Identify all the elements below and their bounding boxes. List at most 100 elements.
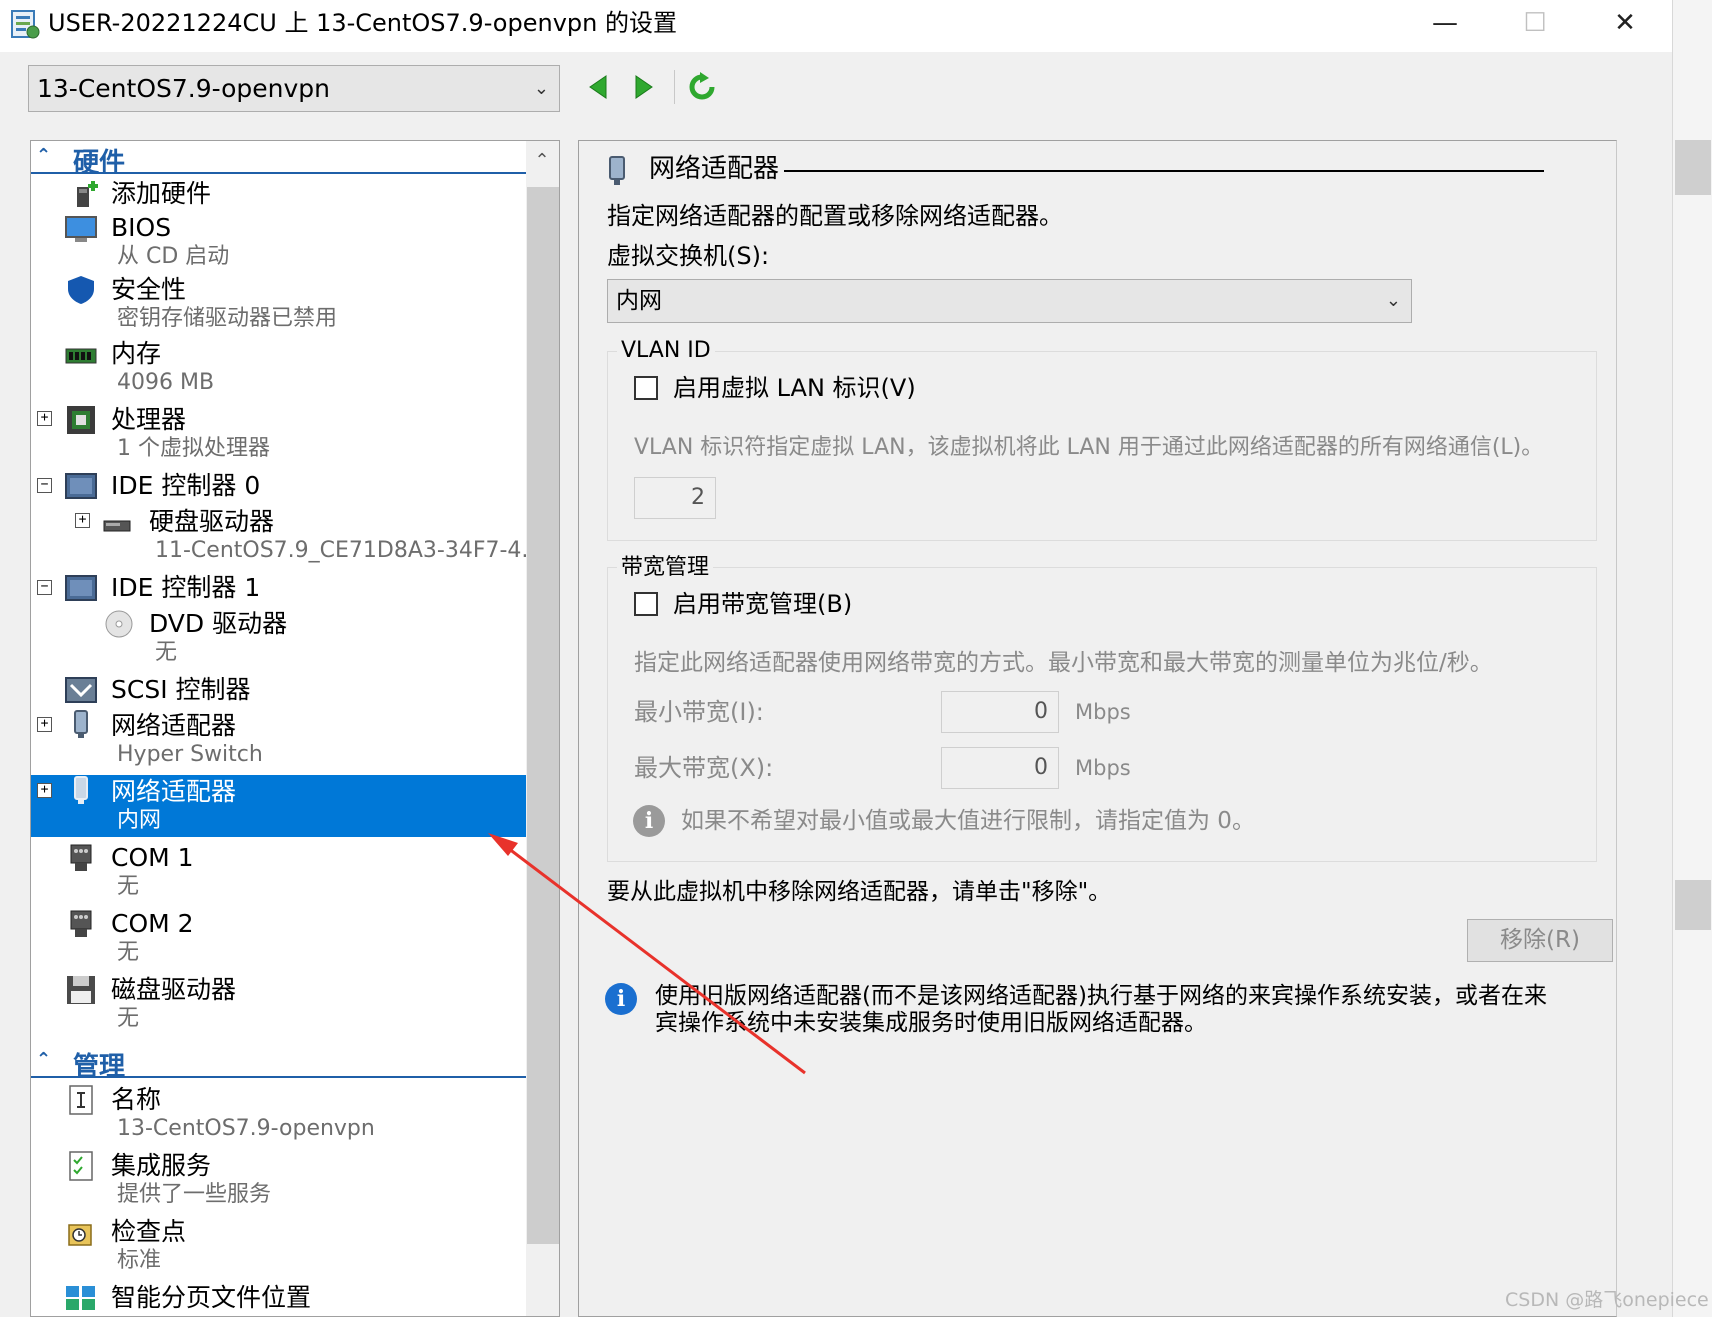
checkpoint-icon (68, 1224, 92, 1246)
bandwidth-enable-checkbox[interactable] (634, 592, 658, 616)
scsi-controller-icon (65, 677, 97, 703)
tree-scrollbar-thumb[interactable] (527, 187, 559, 1244)
min-bandwidth-unit: Mbps (1075, 700, 1131, 724)
tree-item-name[interactable]: 名称 13-CentOS7.9-openvpn (31, 1083, 527, 1145)
management-section-header[interactable]: ⌃ 管理 (31, 1045, 527, 1082)
tree-item-hard-drive[interactable]: + 硬盘驱动器 11-CentOS7.9_CE71D8A3-34F7-4... (31, 505, 542, 567)
dvd-icon (105, 610, 133, 638)
ide-controller-icon (65, 473, 97, 499)
minimize-button[interactable]: — (1400, 0, 1490, 46)
collapse-chevron-icon[interactable]: ⌃ (36, 1049, 51, 1070)
tree-item-label: 智能分页文件位置 (111, 1283, 312, 1312)
tree-item-label: SCSI 控制器 (111, 675, 251, 704)
tree-item-label: 磁盘驱动器 (111, 975, 237, 1004)
cpu-icon (67, 406, 95, 434)
virtual-switch-dropdown[interactable]: 内网 ⌄ (607, 279, 1412, 323)
tree-item-integration-services[interactable]: 集成服务 提供了一些服务 (31, 1149, 527, 1211)
network-adapter-icon (609, 156, 625, 185)
tree-item-ide-controller-0[interactable]: − IDE 控制器 0 (31, 469, 527, 503)
close-button[interactable]: ✕ (1580, 0, 1670, 46)
scroll-up-arrow-icon[interactable]: ⌃ (526, 141, 558, 181)
tree-item-detail: Hyper Switch (117, 742, 263, 767)
background-scrollbar-thumb-2 (1675, 880, 1711, 930)
tree-item-memory[interactable]: 内存 4096 MB (31, 337, 527, 399)
integration-services-icon (69, 1151, 93, 1181)
tree-item-network-adapter-1[interactable]: + 网络适配器 Hyper Switch (31, 709, 527, 771)
tree-item-processor[interactable]: + 处理器 1 个虚拟处理器 (31, 403, 527, 465)
network-adapter-icon (74, 776, 88, 804)
tree-item-bios[interactable]: BIOS 从 CD 启动 (31, 213, 527, 273)
smart-paging-icon (66, 1286, 95, 1310)
vlan-id-input[interactable]: 2 (634, 477, 716, 519)
legacy-adapter-note-line1: 使用旧版网络适配器(而不是该网络适配器)执行基于网络的来宾操作系统安装，或者在来 (655, 983, 1547, 1009)
com-port-icon (70, 910, 92, 937)
background-scrollbar-thumb (1675, 140, 1711, 195)
tree-item-label: COM 2 (111, 909, 194, 938)
info-icon: i (605, 983, 637, 1015)
toolbar-separator (674, 70, 675, 104)
tree-item-label: COM 1 (111, 843, 194, 872)
network-adapter-detail-panel: 网络适配器 指定网络适配器的配置或移除网络适配器。 虚拟交换机(S): 内网 ⌄… (578, 140, 1617, 1317)
previous-arrow-icon[interactable] (584, 72, 614, 102)
tree-item-security[interactable]: 安全性 密钥存储驱动器已禁用 (31, 273, 527, 335)
tree-item-network-adapter-2-selected[interactable]: + 网络适配器 内网 (31, 775, 527, 837)
tree-item-ide-controller-1[interactable]: − IDE 控制器 1 (31, 571, 527, 605)
info-icon: i (633, 805, 665, 837)
remove-button[interactable]: 移除(R) (1467, 919, 1613, 962)
hardware-section-header[interactable]: ⌃ 硬件 (31, 141, 527, 178)
memory-icon (65, 348, 97, 364)
bandwidth-help-text: 指定此网络适配器使用网络带宽的方式。最小带宽和最大带宽的测量单位为兆位/秒。 (634, 650, 1493, 676)
collapse-chevron-icon[interactable]: ⌃ (36, 145, 51, 166)
tree-item-label: 安全性 (111, 275, 187, 304)
tree-item-label: 名称 (111, 1085, 162, 1114)
vm-selector-dropdown[interactable]: 13-CentOS7.9-openvpn ⌄ (28, 65, 560, 112)
expand-plus-icon[interactable]: + (37, 717, 52, 732)
expand-plus-icon[interactable]: + (37, 411, 52, 426)
virtual-switch-label: 虚拟交换机(S): (607, 242, 770, 270)
expand-plus-icon[interactable]: + (37, 783, 52, 798)
bios-monitor-icon (65, 216, 97, 242)
tree-item-scsi-controller[interactable]: SCSI 控制器 (31, 673, 527, 707)
tree-item-label: IDE 控制器 0 (111, 471, 261, 500)
vlan-help-text: VLAN 标识符指定虚拟 LAN，该虚拟机将此 LAN 用于通过此网络适配器的所… (634, 435, 1544, 460)
max-bandwidth-input[interactable]: 0 (941, 747, 1059, 789)
min-bandwidth-input[interactable]: 0 (941, 691, 1059, 733)
tree-item-detail: 标准 (117, 1248, 162, 1273)
maximize-button[interactable]: ☐ (1490, 0, 1580, 46)
tree-item-com1[interactable]: COM 1 无 (31, 841, 527, 903)
vlan-enable-label[interactable]: 启用虚拟 LAN 标识(V) (673, 373, 916, 403)
expand-plus-icon[interactable]: + (75, 513, 90, 528)
tree-item-label: 网络适配器 (111, 777, 237, 806)
collapse-minus-icon[interactable]: − (37, 478, 52, 493)
name-icon (69, 1085, 93, 1115)
tree-item-com2[interactable]: COM 2 无 (31, 907, 527, 969)
tree-item-diskette-drive[interactable]: 磁盘驱动器 无 (31, 973, 527, 1035)
management-section-label: 管理 (73, 1052, 126, 1082)
network-adapter-icon (74, 710, 88, 738)
tree-item-label: IDE 控制器 1 (111, 573, 261, 602)
tree-scrollbar[interactable]: ⌃ (526, 140, 560, 1317)
detail-description: 指定网络适配器的配置或移除网络适配器。 (607, 202, 1063, 230)
tree-item-detail: 提供了一些服务 (117, 1182, 272, 1207)
next-arrow-icon[interactable] (628, 72, 658, 102)
add-hardware-icon (77, 181, 98, 207)
collapse-minus-icon[interactable]: − (37, 580, 52, 595)
bandwidth-enable-label[interactable]: 启用带宽管理(B) (673, 589, 852, 619)
legacy-adapter-note-line2: 宾操作系统中未安装集成服务时使用旧版网络适配器。 (655, 1010, 1207, 1036)
tree-item-add-hardware[interactable]: 添加硬件 (31, 177, 527, 213)
tree-item-dvd-drive[interactable]: DVD 驱动器 无 (31, 607, 527, 669)
vlan-enable-checkbox[interactable] (634, 376, 658, 400)
tree-item-smart-paging[interactable]: 智能分页文件位置 (31, 1281, 527, 1316)
vm-settings-app-icon (11, 10, 40, 39)
settings-window-body: 13-CentOS7.9-openvpn ⌄ ⌃ 硬件 添加硬件 BIOS 从 … (0, 52, 1672, 1317)
tree-item-label: 添加硬件 (111, 179, 212, 208)
window-title: USER-20221224CU 上 13-CentOS7.9-openvpn 的… (48, 9, 677, 37)
tree-item-detail: 内网 (117, 808, 162, 833)
tree-item-label: 硬盘驱动器 (149, 507, 275, 536)
tree-item-checkpoints[interactable]: 检查点 标准 (31, 1215, 527, 1277)
tree-item-label: DVD 驱动器 (149, 609, 288, 638)
tree-item-label: BIOS (111, 213, 172, 242)
tree-item-label: 网络适配器 (111, 711, 237, 740)
tree-item-detail: 4096 MB (117, 370, 215, 395)
refresh-icon[interactable] (687, 72, 717, 102)
